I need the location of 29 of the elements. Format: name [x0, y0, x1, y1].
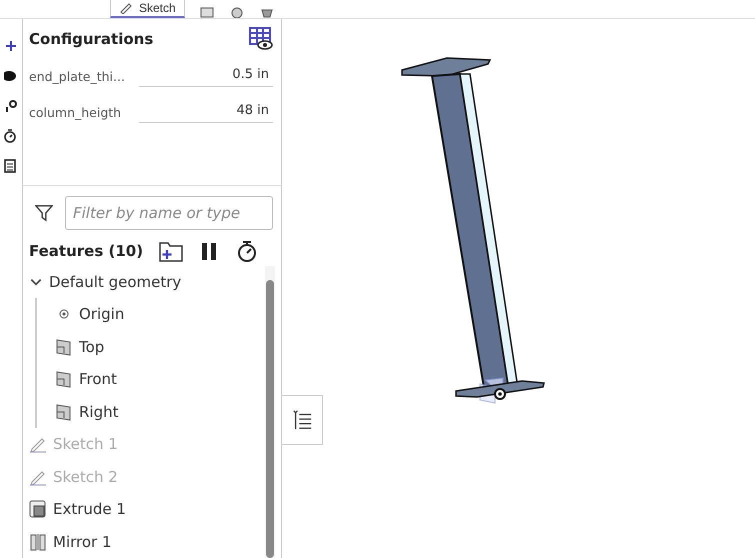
feature-item[interactable]: Origin: [49, 298, 265, 330]
feature-item[interactable]: Mirror 1: [23, 526, 265, 558]
feature-item[interactable]: Top: [49, 330, 265, 363]
plus-icon[interactable]: [4, 39, 18, 53]
add-folder-icon[interactable]: [159, 240, 183, 262]
table-eye-icon[interactable]: [249, 27, 273, 51]
parameter-value[interactable]: 48 in: [139, 101, 273, 123]
feature-item[interactable]: Extrude 1: [23, 493, 265, 526]
parameter-value[interactable]: 0.5 in: [139, 65, 273, 87]
stopwatch-icon[interactable]: [4, 129, 18, 143]
mirror-icon: [29, 532, 47, 551]
plane-icon: [55, 402, 73, 421]
plane-icon: [55, 370, 73, 388]
toolbar-tab[interactable]: Sketch: [110, 0, 185, 18]
plane-icon: [55, 338, 73, 356]
filter-field[interactable]: Filter by name or type: [65, 196, 273, 230]
filter-icon[interactable]: [35, 202, 53, 222]
scrollbar[interactable]: [265, 266, 275, 558]
feature-item[interactable]: Default geometry: [23, 266, 265, 298]
panel-title: Configurations: [29, 30, 154, 48]
list-icon: [291, 409, 313, 431]
parameter-name: column_heigth: [29, 104, 122, 120]
list-icon[interactable]: [4, 159, 18, 173]
parameter-name: end_plate_thi...: [29, 68, 126, 84]
feature-item[interactable]: Front: [49, 363, 265, 396]
list-tab[interactable]: [282, 395, 323, 445]
stopwatch-icon[interactable]: [235, 240, 259, 262]
features-title: Features (10): [29, 242, 144, 260]
feature-item[interactable]: Right: [49, 396, 265, 428]
